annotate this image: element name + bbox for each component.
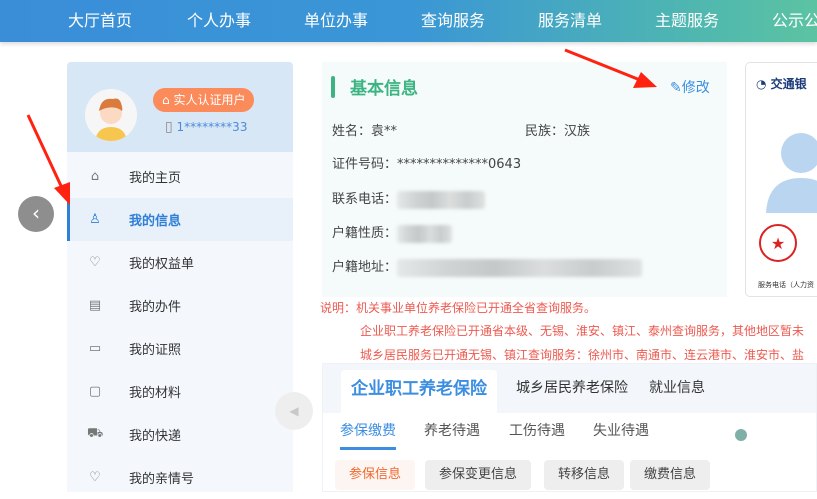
nav-unit[interactable]: 单位办事 — [304, 0, 368, 42]
tab-employment[interactable]: 就业信息 — [649, 364, 705, 413]
top-nav-bar: 大厅首页 个人办事 单位办事 查询服务 服务清单 主题服务 公示公 — [0, 0, 817, 42]
note-line: 城乡居民服务已开通无锡、镇江查询服务：徐州市、南通市、连云港市、淮安市、盐 — [360, 348, 805, 362]
svg-text:★: ★ — [771, 234, 785, 253]
box-icon: ▢ — [88, 384, 102, 399]
redacted-value — [397, 190, 486, 209]
profile-panel: ⌂ 实人认证用户 ▯ 1********33 — [67, 62, 293, 152]
sidebar: ⌂ 实人认证用户 ▯ 1********33 ⌂ 我的主页 ♙ 我的信息 ♡ 我的权益… — [67, 62, 293, 492]
nav-personal[interactable]: 个人办事 — [187, 0, 251, 42]
section-title: 基本信息 — [350, 79, 418, 99]
diamond-icon: ♡ — [89, 255, 101, 270]
edit-button[interactable]: ✎修改 — [670, 77, 710, 97]
official-seal-icon: ★ — [759, 224, 797, 262]
sidebar-item-licenses[interactable]: ▭ 我的证照 — [67, 327, 293, 370]
nav-public[interactable]: 公示公 — [772, 0, 817, 42]
collapse-sidebar-button[interactable]: ◀ — [275, 392, 313, 430]
note-line: 企业职工养老保险已开通省本级、无锡、淮安、镇江、泰州查询服务，其他地区暂未 — [360, 324, 805, 338]
sidebar-item-materials[interactable]: ▢ 我的材料 — [67, 370, 293, 413]
nav-service-list[interactable]: 服务清单 — [538, 0, 602, 42]
title-accent-bar — [331, 76, 335, 98]
phone-row: 联系电话： — [332, 188, 486, 209]
hukou-type-row: 户籍性质： — [332, 222, 453, 243]
sidebar-item-family[interactable]: ♡ 我的亲情号 — [67, 456, 293, 499]
shield-icon: ⌂ — [162, 93, 174, 107]
id-card-icon: ▭ — [88, 341, 102, 356]
transfer-info-button[interactable]: 转移信息 — [544, 460, 625, 490]
tab-resident-pension[interactable]: 城乡居民养老保险 — [516, 364, 628, 413]
phone-number: ▯ 1********33 — [165, 119, 248, 135]
name-row: 姓名：袁** — [332, 124, 398, 139]
redacted-value — [397, 224, 453, 243]
ethnic-row: 民族：汉族 — [525, 124, 591, 139]
hukou-address-row: 户籍地址： — [332, 256, 643, 277]
sidebar-item-express[interactable]: ⛟ 我的快递 — [67, 413, 293, 456]
note-line: 说明：机关事业单位养老保险已开通全省查询服务。 — [320, 301, 597, 315]
avatar — [85, 89, 137, 141]
tab-bar: 企业职工养老保险 城乡居民养老保险 就业信息 — [323, 364, 816, 413]
subtab-contribution[interactable]: 参保缴费 — [340, 420, 396, 450]
payment-info-button[interactable]: 缴费信息 — [630, 460, 711, 490]
verified-user-badge: ⌂ 实人认证用户 — [153, 88, 255, 112]
subtab-injury-benefits[interactable]: 工伤待遇 — [509, 420, 565, 440]
nav-query[interactable]: 查询服务 — [421, 0, 485, 42]
subtab-pension-benefits[interactable]: 养老待遇 — [424, 420, 480, 440]
mobile-icon: ▯ — [165, 119, 173, 135]
bank-logo-icon: ◔ — [756, 77, 771, 91]
watermark-logo-icon — [735, 429, 747, 441]
red-arrow-icon — [26, 114, 70, 205]
enrollment-change-button[interactable]: 参保变更信息 — [425, 460, 532, 490]
heart-icon: ♡ — [89, 470, 101, 485]
subtab-unemployment-benefits[interactable]: 失业待遇 — [593, 420, 649, 440]
enrollment-info-button[interactable]: 参保信息 — [335, 460, 416, 490]
sidebar-item-home[interactable]: ⌂ 我的主页 — [67, 155, 293, 198]
nav-hall-home[interactable]: 大厅首页 — [68, 0, 132, 42]
sidebar-item-rights[interactable]: ♡ 我的权益单 — [67, 241, 293, 284]
bank-logo: ◔ 交通银 — [756, 77, 807, 91]
back-button[interactable]: ‹ — [18, 196, 54, 232]
pencil-icon: ✎ — [670, 80, 682, 96]
document-icon: ▤ — [88, 298, 102, 313]
sidebar-item-cases[interactable]: ▤ 我的办件 — [67, 284, 293, 327]
triangle-left-icon: ◀ — [289, 404, 299, 418]
basic-info-card: 基本信息 ✎修改 姓名：袁** 民族：汉族 证件号码：*************… — [322, 62, 727, 297]
user-icon: ♙ — [89, 212, 101, 227]
social-security-card-image: ◔ 交通银 ★ 服务电话（人力资 — [745, 62, 817, 297]
sidebar-item-my-info[interactable]: ♙ 我的信息 — [67, 198, 293, 241]
home-icon: ⌂ — [90, 169, 100, 184]
truck-icon: ⛟ — [87, 426, 104, 441]
portrait-silhouette-icon — [766, 133, 817, 213]
chevron-left-icon: ‹ — [32, 201, 40, 225]
id-row: 证件号码：**************0643 — [332, 157, 522, 172]
tab-enterprise-pension[interactable]: 企业职工养老保险 — [341, 370, 497, 413]
redacted-value — [397, 258, 643, 277]
nav-theme[interactable]: 主题服务 — [655, 0, 719, 42]
insurance-panel: 企业职工养老保险 城乡居民养老保险 就业信息 参保缴费 养老待遇 工伤待遇 失业… — [322, 363, 817, 492]
